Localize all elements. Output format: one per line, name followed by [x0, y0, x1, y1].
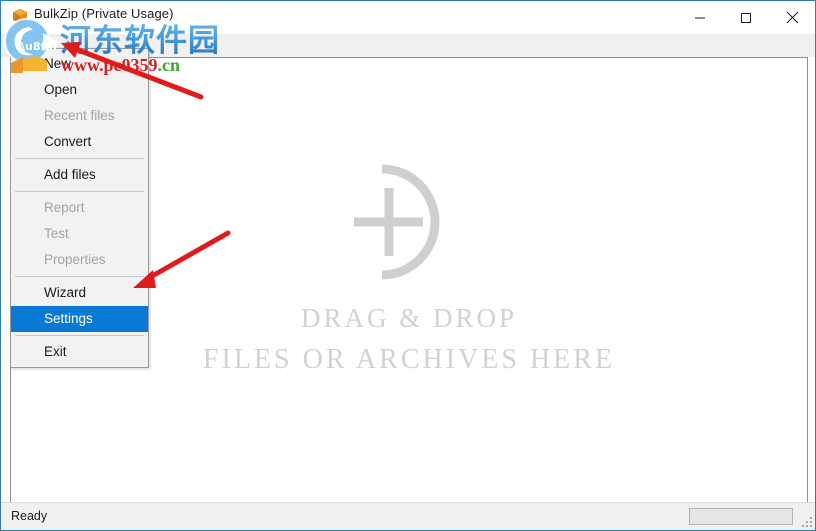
- status-bar: Ready: [1, 502, 815, 530]
- menu-item-exit[interactable]: Exit: [11, 339, 148, 365]
- menu-item-add-files[interactable]: Add files: [11, 162, 148, 188]
- window-title: BulkZip (Private Usage): [34, 6, 174, 21]
- close-icon: [786, 11, 799, 24]
- menu-item-open[interactable]: Open: [11, 77, 148, 103]
- drop-zone-line-2: FILES OR ARCHIVES HERE: [202, 344, 616, 375]
- menu-item-properties: Properties: [44, 252, 106, 267]
- app-icon: [11, 7, 29, 25]
- menu-item-recent-files: Recent files: [44, 108, 115, 123]
- minimize-button[interactable]: [677, 1, 723, 34]
- drop-zone-line-1: DRAG & DROP: [300, 303, 518, 333]
- menu-item-report: Report: [44, 200, 85, 215]
- bulkzip-window: BulkZip (Private Usage) DRAG & DROP FILE…: [0, 0, 816, 531]
- main-menu-popup: New Open Recent files Convert Add files …: [10, 48, 149, 368]
- title-bar: BulkZip (Private Usage): [1, 1, 815, 34]
- progress-bar: [689, 508, 793, 525]
- maximize-button[interactable]: [723, 1, 769, 34]
- menu-item-settings[interactable]: Settings: [11, 306, 148, 332]
- resize-grip[interactable]: [800, 515, 812, 527]
- caption-button-group: [677, 1, 815, 34]
- menu-separator: [15, 276, 144, 277]
- minimize-icon: [694, 12, 706, 24]
- menu-item-new[interactable]: New: [11, 51, 148, 77]
- plus-in-arc-icon: [349, 163, 469, 281]
- menu-item-test: Test: [44, 226, 69, 241]
- maximize-icon: [740, 12, 752, 24]
- status-message: Ready: [11, 509, 48, 523]
- menu-separator: [15, 158, 144, 159]
- close-button[interactable]: [769, 1, 815, 34]
- menu-separator: [15, 191, 144, 192]
- menu-separator: [15, 335, 144, 336]
- menu-item-wizard[interactable]: Wizard: [11, 280, 148, 306]
- menu-item-convert[interactable]: Convert: [11, 129, 148, 155]
